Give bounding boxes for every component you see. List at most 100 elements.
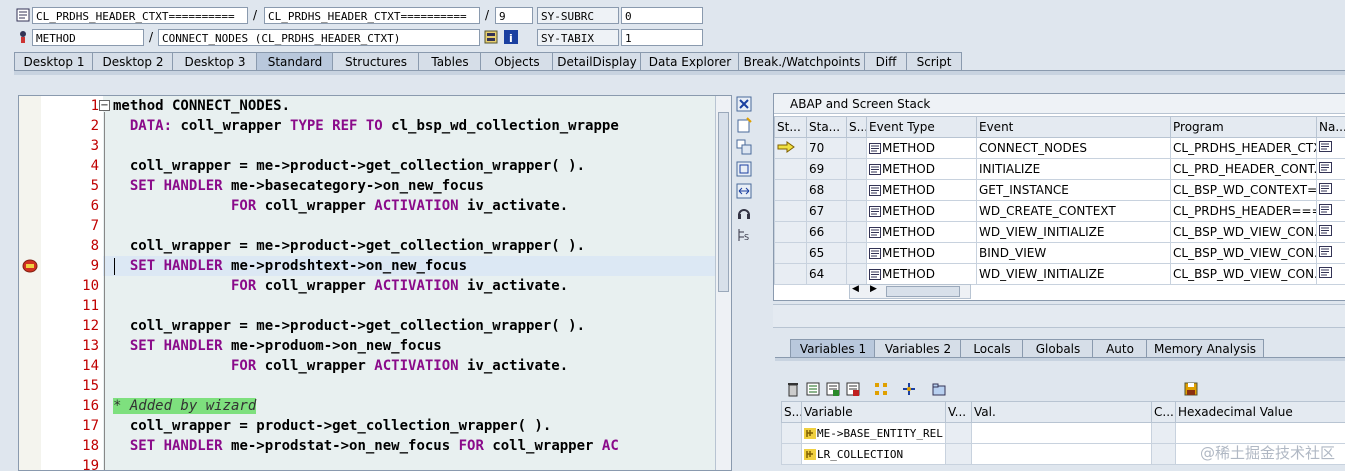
include-field[interactable]: CL_PRDHS_HEADER_CTXT========== <box>264 7 480 24</box>
navigate-icon[interactable] <box>1319 268 1333 282</box>
var-tab-auto[interactable]: Auto <box>1092 339 1148 358</box>
code-line[interactable]: FOR coll_wrapper ACTIVATION iv_activate. <box>113 276 568 296</box>
navigate-cell[interactable] <box>1317 264 1345 285</box>
code-area[interactable]: − method CONNECT_NODES. DATA: coll_wrapp… <box>103 96 715 470</box>
tab-data-explorer[interactable]: Data Explorer <box>640 52 740 71</box>
code-line[interactable]: DATA: coll_wrapper TYPE REF TO cl_bsp_wd… <box>113 116 619 136</box>
structure-tool-icon[interactable]: S <box>736 227 752 243</box>
code-line[interactable]: coll_wrapper = me->product->get_collecti… <box>113 156 585 176</box>
code-line[interactable]: SET HANDLER me->prodshtext->on_new_focus <box>113 256 467 276</box>
close-tool-icon[interactable] <box>736 96 752 112</box>
code-line[interactable]: FOR coll_wrapper ACTIVATION iv_activate. <box>113 196 568 216</box>
navigate-icon[interactable] <box>1319 205 1333 219</box>
code-line[interactable]: coll_wrapper = me->product->get_collecti… <box>113 316 585 336</box>
load-variables-icon[interactable] <box>825 381 841 397</box>
event-type-field[interactable]: METHOD <box>32 29 144 46</box>
scroll-right-icon[interactable]: ▶ <box>870 284 877 294</box>
scroll-left-icon[interactable]: ◀ <box>852 284 859 294</box>
navigate-cell[interactable] <box>1317 180 1345 201</box>
delete-icon[interactable] <box>785 381 801 397</box>
variable-value-cell[interactable] <box>972 444 1152 465</box>
tab-structures[interactable]: Structures <box>332 52 420 71</box>
navigate-cell[interactable] <box>1317 222 1345 243</box>
editor-scroll-thumb[interactable] <box>718 112 729 292</box>
variable-column-header[interactable]: C... <box>1152 402 1176 423</box>
stack-column-header[interactable]: Sta... <box>807 117 847 138</box>
variable-column-header[interactable]: Hexadecimal Value <box>1176 402 1345 423</box>
stack-horizontal-scrollbar[interactable]: ◀ ▶ <box>849 284 971 299</box>
tab-tables[interactable]: Tables <box>418 52 482 71</box>
code-line[interactable]: SET HANDLER me->basecategory->on_new_foc… <box>113 176 484 196</box>
var-tab-variables-2[interactable]: Variables 2 <box>874 339 962 358</box>
navigate-cell[interactable] <box>1317 243 1345 264</box>
breakpoint-icon[interactable] <box>22 259 38 273</box>
program-field[interactable]: CL_PRDHS_HEADER_CTXT========== <box>32 7 248 24</box>
maximize-tool-icon[interactable] <box>736 161 752 177</box>
resize-tool-icon[interactable] <box>736 183 752 199</box>
tab-diff[interactable]: Diff <box>864 52 908 71</box>
display-object-icon[interactable] <box>484 30 498 44</box>
breakpoint-gutter[interactable] <box>19 96 42 470</box>
navigate-icon[interactable] <box>1319 247 1333 261</box>
display-list-icon[interactable] <box>805 381 821 397</box>
tab-desktop-2[interactable]: Desktop 2 <box>92 52 174 71</box>
stack-row[interactable]: 66METHODWD_VIEW_INITIALIZECL_BSP_WD_VIEW… <box>775 222 1345 243</box>
navigate-icon[interactable] <box>1319 142 1333 156</box>
event-field[interactable]: CONNECT_NODES (CL_PRDHS_HEADER_CTXT) <box>158 29 480 46</box>
folder-icon[interactable] <box>931 381 947 397</box>
navigate-icon[interactable] <box>1319 226 1333 240</box>
hierarchy-icon[interactable] <box>873 381 889 397</box>
info-icon[interactable]: i <box>504 30 518 44</box>
save-variables-icon[interactable] <box>845 381 861 397</box>
save-disk-icon[interactable] <box>1183 381 1199 397</box>
code-line[interactable]: method CONNECT_NODES. <box>113 96 290 116</box>
stack-row[interactable]: 69METHODINITIALIZECL_PRD_HEADER_CONT... <box>775 159 1345 180</box>
stack-column-header[interactable]: Program <box>1171 117 1317 138</box>
variable-column-header[interactable]: Val. <box>972 402 1152 423</box>
navigate-cell[interactable] <box>1317 201 1345 222</box>
stack-row[interactable]: 67METHODWD_CREATE_CONTEXTCL_PRDHS_HEADER… <box>775 201 1345 222</box>
tab-desktop-1[interactable]: Desktop 1 <box>14 52 94 71</box>
swap-tool-icon[interactable] <box>736 139 752 155</box>
source-editor[interactable]: 12345678910111213141516171819 − method C… <box>18 95 732 471</box>
var-tab-locals[interactable]: Locals <box>960 339 1024 358</box>
variable-column-header[interactable]: Variable <box>802 402 946 423</box>
fold-icon[interactable]: − <box>99 100 110 111</box>
variable-column-header[interactable]: S... <box>782 402 802 423</box>
navigate-cell[interactable] <box>1317 159 1345 180</box>
editor-vertical-scrollbar[interactable] <box>715 96 731 470</box>
variable-value-cell[interactable] <box>972 423 1152 444</box>
code-line[interactable]: coll_wrapper = product->get_collection_w… <box>113 416 551 436</box>
code-line[interactable]: coll_wrapper = me->product->get_collecti… <box>113 236 585 256</box>
tab-detaildisplay[interactable]: DetailDisplay <box>552 52 642 71</box>
stack-column-header[interactable]: Event <box>977 117 1171 138</box>
code-line[interactable]: FOR coll_wrapper ACTIVATION iv_activate. <box>113 356 568 376</box>
code-line[interactable]: SET HANDLER me->produom->on_new_focus <box>113 336 442 356</box>
panel-divider[interactable] <box>773 304 1345 328</box>
stack-column-header[interactable]: St... <box>775 117 807 138</box>
var-tab-globals[interactable]: Globals <box>1022 339 1094 358</box>
network-icon[interactable] <box>901 381 917 397</box>
stack-row[interactable]: 70METHODCONNECT_NODESCL_PRDHS_HEADER_CTX… <box>775 138 1345 159</box>
headset-tool-icon[interactable] <box>736 205 752 221</box>
var-tab-memory-analysis[interactable]: Memory Analysis <box>1146 339 1264 358</box>
stack-scroll-thumb[interactable] <box>886 286 960 297</box>
stack-row[interactable]: 68METHODGET_INSTANCECL_BSP_WD_CONTEXT=..… <box>775 180 1345 201</box>
variable-column-header[interactable]: V... <box>946 402 972 423</box>
stack-row[interactable]: 64METHODWD_VIEW_INITIALIZECL_BSP_WD_VIEW… <box>775 264 1345 285</box>
tab-break-watchpoints[interactable]: Break./Watchpoints <box>738 52 866 71</box>
line-field[interactable]: 9 <box>495 7 533 24</box>
variable-name-cell[interactable]: ME->BASE_ENTITY_REL... <box>802 423 946 444</box>
stack-column-header[interactable]: S... <box>847 117 867 138</box>
navigate-icon[interactable] <box>1319 184 1333 198</box>
variable-row[interactable]: ME->BASE_ENTITY_REL... <box>782 423 1345 444</box>
variable-name-cell[interactable]: LR_COLLECTION <box>802 444 946 465</box>
tab-desktop-3[interactable]: Desktop 3 <box>172 52 258 71</box>
navigate-icon[interactable] <box>1319 163 1333 177</box>
sysfield-subrc-value[interactable]: 0 <box>621 7 703 24</box>
stack-column-header[interactable]: Na... <box>1317 117 1345 138</box>
tab-standard[interactable]: Standard <box>256 52 334 72</box>
tab-script[interactable]: Script <box>906 52 962 71</box>
code-line[interactable]: * Added by wizard <box>113 396 256 416</box>
stack-row[interactable]: 65METHODBIND_VIEWCL_BSP_WD_VIEW_CON... <box>775 243 1345 264</box>
